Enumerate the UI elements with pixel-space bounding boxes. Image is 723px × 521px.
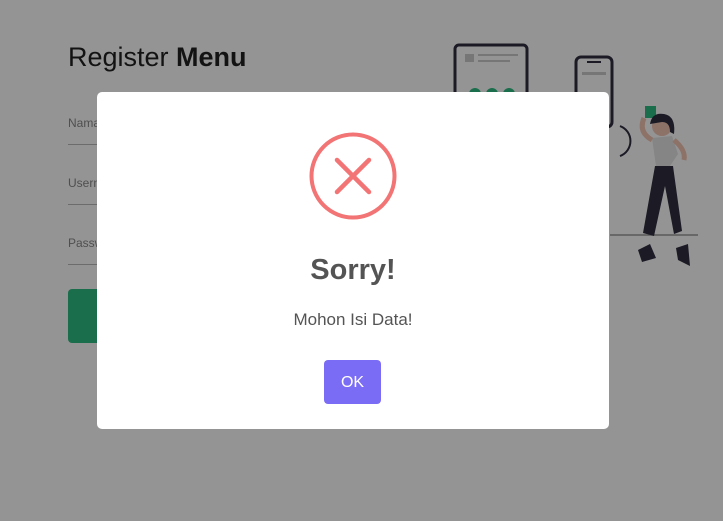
dialog-message: Mohon Isi Data!	[293, 310, 413, 329]
alert-dialog: Sorry! Mohon Isi Data! OK	[97, 92, 609, 429]
error-x-icon	[309, 132, 397, 220]
ok-button[interactable]: OK	[324, 360, 381, 404]
dialog-title: Sorry!	[310, 254, 396, 286]
